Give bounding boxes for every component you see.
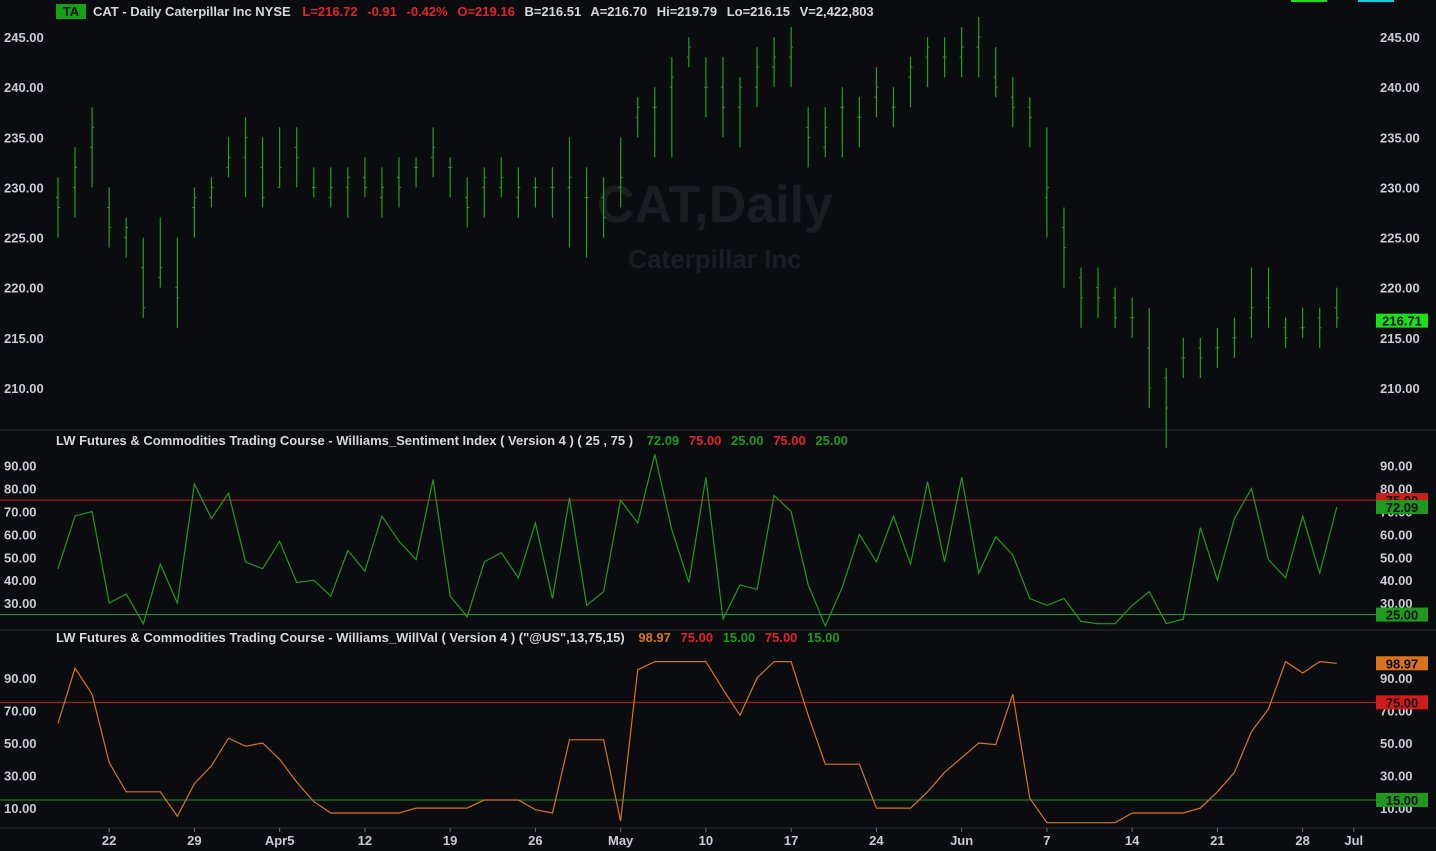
sentiment-lower-value: 25.00 <box>731 433 764 448</box>
x-tick-label: 28 <box>1295 833 1309 848</box>
price-y-tick-left: 230.00 <box>4 180 44 195</box>
willval-lower-value-2: 15.00 <box>807 630 840 645</box>
sentiment-y-tick-left: 80.00 <box>4 482 37 497</box>
chart-canvas[interactable]: CAT,Daily Caterpillar Inc TA CAT - Daily… <box>0 0 1436 851</box>
sentiment-upper-value: 75.00 <box>689 433 722 448</box>
x-tick-label: 24 <box>869 833 884 848</box>
price-y-tick-left: 240.00 <box>4 80 44 95</box>
x-tick-label: 12 <box>358 833 372 848</box>
sentiment-y-tick-left: 50.00 <box>4 550 37 565</box>
price-y-tick-left: 210.00 <box>4 381 44 396</box>
willval-value: 98.97 <box>638 630 671 645</box>
price-y-tick-right: 210.00 <box>1380 381 1420 396</box>
sentiment-y-tick-right: 40.00 <box>1380 573 1413 588</box>
x-tick-label: 10 <box>699 833 713 848</box>
x-tick-label: Jul <box>1344 833 1363 848</box>
willval-title-line: LW Futures & Commodities Trading Course … <box>56 630 840 645</box>
willval-upper-value-2: 75.00 <box>765 630 798 645</box>
chart-background <box>0 0 1436 851</box>
x-tick-label: 7 <box>1043 833 1050 848</box>
x-tick-label: 21 <box>1210 833 1224 848</box>
willval-last-flag-label: 98.97 <box>1386 656 1419 671</box>
watermark-subtitle: Caterpillar Inc <box>628 244 801 274</box>
last-price-flag-label: 216.71 <box>1382 314 1422 329</box>
price-y-tick-right: 225.00 <box>1380 231 1420 246</box>
x-tick-label: 14 <box>1125 833 1140 848</box>
volume: V=2,422,803 <box>800 4 874 19</box>
net-change: -0.91 <box>367 4 397 19</box>
willval-y-tick-left: 90.00 <box>4 671 37 686</box>
willval-y-tick-left: 30.00 <box>4 769 37 784</box>
last-price: L=216.72 <box>302 4 357 19</box>
price-y-tick-right: 230.00 <box>1380 180 1420 195</box>
price-y-tick-right: 240.00 <box>1380 80 1420 95</box>
willval-y-tick-left: 50.00 <box>4 736 37 751</box>
sentiment-y-tick-left: 70.00 <box>4 505 37 520</box>
price-y-tick-left: 235.00 <box>4 130 44 145</box>
sentiment-y-tick-right: 50.00 <box>1380 550 1413 565</box>
sentiment-lower-value-2: 25.00 <box>815 433 848 448</box>
x-tick-label: Apr5 <box>265 833 295 848</box>
price-y-tick-right: 220.00 <box>1380 281 1420 296</box>
willval-y-tick-right: 50.00 <box>1380 736 1413 751</box>
sentiment-value: 72.09 <box>647 433 680 448</box>
bid-price: B=216.51 <box>524 4 581 19</box>
low-price: Lo=216.15 <box>727 4 790 19</box>
status-indicator-green <box>1291 0 1327 2</box>
willval-title: LW Futures & Commodities Trading Course … <box>56 630 625 645</box>
price-y-tick-right: 215.00 <box>1380 331 1420 346</box>
x-tick-label: 17 <box>784 833 798 848</box>
price-header: CAT - Daily Caterpillar Inc NYSE L=216.7… <box>93 4 874 19</box>
x-tick-label: 19 <box>443 833 457 848</box>
willval-upper-flag-label: 75.00 <box>1386 695 1419 710</box>
sentiment-y-tick-right: 90.00 <box>1380 459 1413 474</box>
sentiment-lower-flag-label: 25.00 <box>1386 608 1419 623</box>
sentiment-y-tick-left: 40.00 <box>4 573 37 588</box>
willval-lower-flag-label: 15.00 <box>1386 793 1419 808</box>
willval-y-tick-right: 30.00 <box>1380 769 1413 784</box>
sentiment-last-flag-label: 72.09 <box>1386 500 1419 515</box>
sentiment-upper-value-2: 75.00 <box>773 433 806 448</box>
symbol-line: CAT - Daily Caterpillar Inc NYSE <box>93 4 291 19</box>
sentiment-y-tick-left: 90.00 <box>4 459 37 474</box>
willval-upper-value: 75.00 <box>681 630 714 645</box>
open-price: O=219.16 <box>457 4 514 19</box>
price-y-tick-left: 225.00 <box>4 231 44 246</box>
high-price: Hi=219.79 <box>657 4 717 19</box>
sentiment-title: LW Futures & Commodities Trading Course … <box>56 433 633 448</box>
status-indicator-cyan <box>1358 0 1394 2</box>
ask-price: A=216.70 <box>590 4 647 19</box>
sentiment-y-tick-left: 60.00 <box>4 527 37 542</box>
price-y-tick-left: 215.00 <box>4 331 44 346</box>
x-tick-label: Jun <box>950 833 973 848</box>
x-tick-label: 26 <box>528 833 542 848</box>
price-y-tick-right: 235.00 <box>1380 130 1420 145</box>
pct-change: -0.42% <box>407 4 449 19</box>
sentiment-y-tick-right: 60.00 <box>1380 527 1413 542</box>
watermark-title: CAT,Daily <box>597 176 833 234</box>
price-y-tick-left: 245.00 <box>4 30 44 45</box>
willval-y-tick-left: 10.00 <box>4 801 37 816</box>
price-y-tick-right: 245.00 <box>1380 30 1420 45</box>
willval-y-tick-left: 70.00 <box>4 703 37 718</box>
price-y-tick-left: 220.00 <box>4 281 44 296</box>
willval-y-tick-right: 90.00 <box>1380 671 1413 686</box>
willval-lower-value: 15.00 <box>723 630 756 645</box>
ta-badge-label: TA <box>63 4 80 19</box>
sentiment-y-tick-left: 30.00 <box>4 596 37 611</box>
x-tick-label: 29 <box>187 833 201 848</box>
x-tick-label: 22 <box>102 833 116 848</box>
x-tick-label: May <box>608 833 634 848</box>
